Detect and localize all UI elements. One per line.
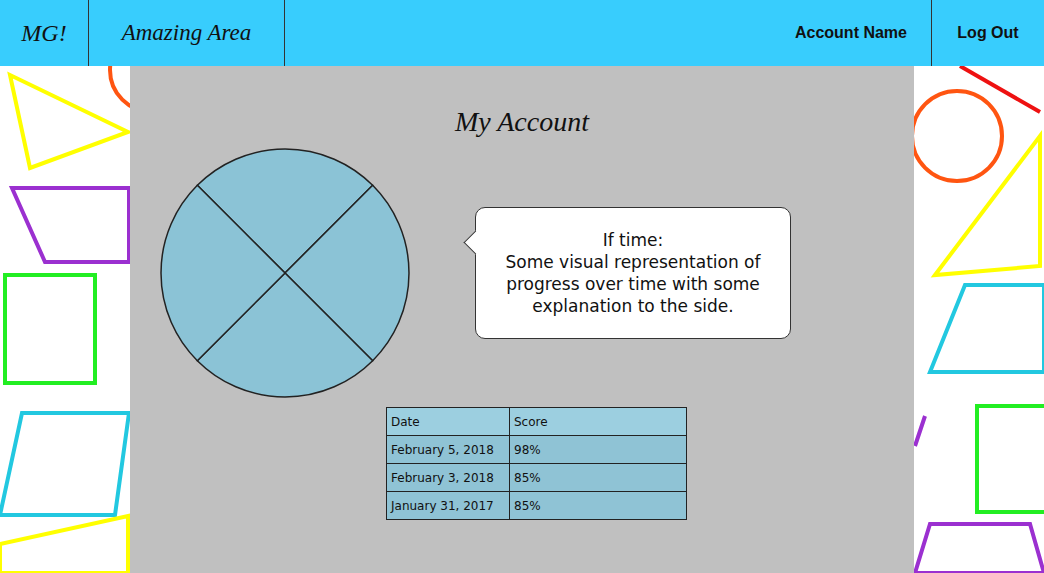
table-header-row: DateScore [387,408,687,436]
chart-row: If time:Some visual representation of pr… [130,148,914,398]
site-title[interactable]: Amazing Area [89,0,285,66]
progress-chart [160,148,410,398]
parallelogram-icon [915,524,1044,573]
score-table: DateScoreFebruary 5, 201898%February 3, … [386,407,687,520]
triangle-icon [935,136,1040,275]
line-icon [915,416,925,446]
table-column-header: Score [510,408,687,436]
account-name[interactable]: Account Name [783,0,932,66]
triangle-icon [0,516,128,573]
account-panel: My Account If time:Some visual representa… [130,66,914,573]
stage: My Account If time:Some visual representa… [0,66,1044,573]
note-line: Some visual representation of progress o… [484,251,782,317]
parallelogram-icon [930,285,1044,372]
spacer [285,0,783,66]
table-row[interactable]: January 31, 201785% [387,492,687,520]
parallelogram-icon [12,188,129,262]
table-cell: January 31, 2017 [387,492,510,520]
note-callout: If time:Some visual representation of pr… [475,207,791,339]
table-row[interactable]: February 5, 201898% [387,436,687,464]
table-cell: 85% [510,464,687,492]
table-cell: February 5, 2018 [387,436,510,464]
triangle-icon [10,75,128,168]
note-line: If time: [484,229,782,251]
table-row[interactable]: February 3, 201885% [387,464,687,492]
page-title: My Account [130,104,914,140]
top-bar: MG!Amazing Area Account NameLog Out [0,0,1044,66]
circle-icon [912,91,1002,181]
table-cell: 85% [510,492,687,520]
table-cell: February 3, 2018 [387,464,510,492]
logo[interactable]: MG! [0,0,89,66]
chart-slice [161,185,285,360]
table-column-header: Date [387,408,510,436]
rectangle-icon [5,275,95,383]
line-icon [960,66,1040,112]
table-cell: 98% [510,436,687,464]
parallelogram-icon [0,413,129,515]
rectangle-icon [977,406,1044,512]
logout-button[interactable]: Log Out [932,0,1044,66]
app: MG!Amazing Area Account NameLog Out My Acc… [0,0,1044,573]
